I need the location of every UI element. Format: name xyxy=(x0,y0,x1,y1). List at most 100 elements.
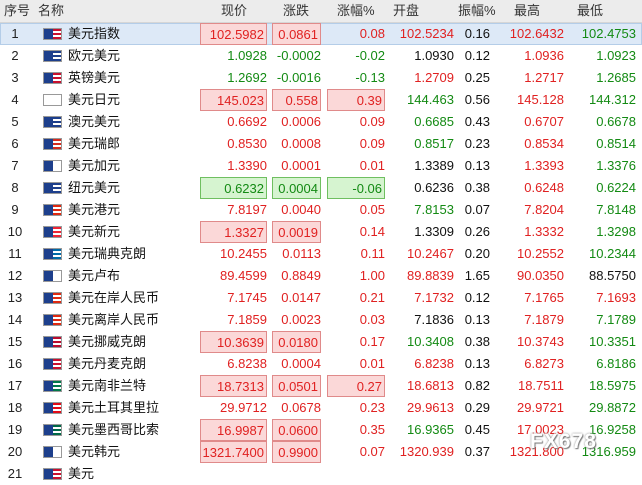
price-change: 0.558 xyxy=(272,89,321,111)
amplitude: 0.37 xyxy=(464,444,490,459)
flag-icon xyxy=(43,292,62,304)
open-price: 18.6813 xyxy=(407,378,454,393)
last-price: 1.2692 xyxy=(227,70,267,85)
amplitude: 0.45 xyxy=(464,422,490,437)
table-row[interactable]: 4 美元日元 145.023 0.558 0.39 144.463 0.56 145.128 1… xyxy=(0,89,642,111)
last-price: 7.1859 xyxy=(227,312,267,327)
row-index: 3 xyxy=(11,70,19,85)
row-index: 2 xyxy=(11,48,19,63)
change-percent: 0.05 xyxy=(359,202,385,217)
table-row[interactable]: 14 美元离岸人民币 7.1859 0.0023 0.03 7.1836 0.13 7.187… xyxy=(0,309,642,331)
flag-icon xyxy=(43,358,62,370)
amplitude: 0.12 xyxy=(464,48,490,63)
change-percent: 0.39 xyxy=(327,89,385,111)
row-index: 12 xyxy=(7,268,23,283)
table-row[interactable]: 16 美元丹麦克朗 6.8238 0.0004 0.01 6.8238 0.13 6.8273… xyxy=(0,353,642,375)
open-price: 7.1732 xyxy=(414,290,454,305)
open-price xyxy=(392,463,454,485)
low-price: 29.8872 xyxy=(589,400,636,415)
open-price: 0.6685 xyxy=(414,114,454,129)
instrument-name: 美元瑞郎 xyxy=(68,136,121,151)
instrument-name: 英镑美元 xyxy=(68,70,121,85)
price-change: 0.0019 xyxy=(272,221,321,243)
header-index[interactable]: 序号 xyxy=(4,0,30,22)
low-price: 6.8186 xyxy=(596,356,636,371)
price-change: 0.8849 xyxy=(281,268,321,283)
instrument-name: 纽元美元 xyxy=(68,180,121,195)
table-row[interactable]: 15 美元挪威克朗 10.3639 0.0180 0.17 10.3408 0.38 10.3… xyxy=(0,331,642,353)
header-change[interactable]: 涨跌 xyxy=(283,0,309,22)
high-price: 18.7511 xyxy=(517,378,564,393)
low-price xyxy=(573,463,636,485)
open-price: 16.9365 xyxy=(407,422,454,437)
table-row[interactable]: 10 美元新元 1.3327 0.0019 0.14 1.3309 0.26 1.3332 1.… xyxy=(0,221,642,243)
open-price: 0.6236 xyxy=(414,180,454,195)
last-price: 0.6692 xyxy=(227,114,267,129)
instrument-name: 美元卢布 xyxy=(68,268,121,283)
table-row[interactable]: 12 美元卢布 89.4599 0.8849 1.00 89.8839 1.65 90.035… xyxy=(0,265,642,287)
change-percent: 0.08 xyxy=(359,26,385,41)
row-index: 4 xyxy=(11,92,19,107)
open-price: 89.8839 xyxy=(407,268,454,283)
high-price: 7.1765 xyxy=(524,290,564,305)
table-row[interactable]: 5 澳元美元 0.6692 0.0006 0.09 0.6685 0.43 0.6707 0.6… xyxy=(0,111,642,133)
table-row[interactable]: 2 欧元美元 1.0928 -0.0002 -0.02 1.0930 0.12 1.0936 1… xyxy=(0,45,642,67)
table-row[interactable]: 9 美元港元 7.8197 0.0040 0.05 7.8153 0.07 7.8204 7.8… xyxy=(0,199,642,221)
price-change: 0.0040 xyxy=(281,202,321,217)
amplitude xyxy=(458,463,490,485)
change-percent: 0.17 xyxy=(359,334,385,349)
row-index: 9 xyxy=(11,202,19,217)
amplitude: 0.38 xyxy=(464,334,490,349)
header-low[interactable]: 最低 xyxy=(577,0,603,22)
low-price: 1.2685 xyxy=(596,70,636,85)
price-change xyxy=(272,463,323,485)
table-row[interactable]: 3 英镑美元 1.2692 -0.0016 -0.13 1.2709 0.25 1.2717 1… xyxy=(0,67,642,89)
change-percent: -0.06 xyxy=(327,177,385,199)
amplitude: 0.82 xyxy=(464,378,490,393)
table-row[interactable]: 7 美元加元 1.3390 0.0001 0.01 1.3389 0.13 1.3393 1.3… xyxy=(0,155,642,177)
table-row[interactable]: 17 美元南非兰特 18.7313 0.0501 0.27 18.6813 0.82 18.7… xyxy=(0,375,642,397)
table-row[interactable]: 11 美元瑞典克朗 10.2455 0.0113 0.11 10.2467 0.20 10.2… xyxy=(0,243,642,265)
low-price: 1.3298 xyxy=(596,224,636,239)
header-name[interactable]: 名称 xyxy=(38,0,64,22)
amplitude: 0.23 xyxy=(464,136,490,151)
amplitude: 0.12 xyxy=(464,290,490,305)
open-price: 7.8153 xyxy=(414,202,454,217)
table-row[interactable]: 21 美元 xyxy=(0,463,642,485)
low-price: 10.3351 xyxy=(589,334,636,349)
header-price[interactable]: 现价 xyxy=(221,0,247,22)
table-row[interactable]: 8 纽元美元 0.6232 0.0004 -0.06 0.6236 0.38 0.6248 0.… xyxy=(0,177,642,199)
flag-icon xyxy=(43,446,62,458)
low-price: 0.6678 xyxy=(596,114,636,129)
amplitude: 0.29 xyxy=(464,400,490,415)
open-price: 10.2467 xyxy=(407,246,454,261)
header-amplitude[interactable]: 振幅% xyxy=(458,0,496,22)
header-open[interactable]: 开盘 xyxy=(393,0,419,22)
table-row[interactable]: 13 美元在岸人民币 7.1745 0.0147 0.21 7.1732 0.12 7.176… xyxy=(0,287,642,309)
last-price: 7.8197 xyxy=(227,202,267,217)
price-change: 0.0147 xyxy=(281,290,321,305)
change-percent: -0.02 xyxy=(355,48,385,63)
high-price xyxy=(507,463,564,485)
row-index: 6 xyxy=(11,136,19,151)
open-price: 6.8238 xyxy=(414,356,454,371)
price-change: 0.0001 xyxy=(281,158,321,173)
flag-icon xyxy=(43,50,62,62)
low-price: 7.1693 xyxy=(596,290,636,305)
table-row[interactable]: 6 美元瑞郎 0.8530 0.0008 0.09 0.8517 0.23 0.8534 0.8… xyxy=(0,133,642,155)
header-high[interactable]: 最高 xyxy=(514,0,540,22)
header-change-pct[interactable]: 涨幅% xyxy=(337,0,375,22)
low-price: 18.5975 xyxy=(589,378,636,393)
flag-icon xyxy=(43,182,62,194)
flag-icon xyxy=(43,336,62,348)
watermark: FX678 xyxy=(530,430,597,453)
change-percent: 1.00 xyxy=(359,268,385,283)
instrument-name: 澳元美元 xyxy=(68,114,121,129)
amplitude: 0.56 xyxy=(464,92,490,107)
last-price: 16.9987 xyxy=(200,419,267,441)
table-row[interactable]: 18 美元土耳其里拉 29.9712 0.0678 0.23 29.9613 0.29 29.… xyxy=(0,397,642,419)
last-price: 1321.7400 xyxy=(200,441,267,463)
table-row[interactable]: 1 美元指数 102.5982 0.0861 0.08 102.5234 0.16 102.6… xyxy=(0,23,642,45)
instrument-name: 美元离岸人民币 xyxy=(68,312,160,327)
instrument-name: 美元港元 xyxy=(68,202,121,217)
